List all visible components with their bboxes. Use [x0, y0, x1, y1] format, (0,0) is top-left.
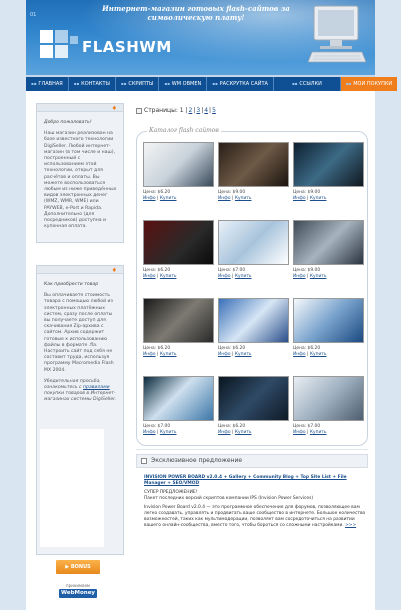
product-price-block: Цена: $7.00 Инфо | Купить: [143, 424, 177, 435]
nav-item-contacts[interactable]: КОНТАКТЫ: [69, 77, 116, 91]
product-thumbnail[interactable]: [218, 298, 289, 343]
ad-placeholder: [40, 429, 104, 547]
product-buy-link[interactable]: Купить: [310, 274, 327, 279]
exclusive-line1: Пакет последних версий скриптов компании…: [144, 496, 314, 501]
bonus-button[interactable]: ▶ BONUS: [56, 560, 100, 574]
product-buy-link[interactable]: Купить: [235, 196, 252, 201]
exclusive-body: Invision Power Board v2.0.4 — это програ…: [144, 505, 366, 528]
product-price-block: Цена: $6.20 Инфо | Купить: [218, 424, 252, 435]
product-buy-link[interactable]: Купить: [160, 274, 177, 279]
welcome-title: Добро пожаловать!: [44, 120, 92, 125]
product-thumbnail[interactable]: [143, 298, 214, 343]
rules-link[interactable]: правилами: [83, 385, 110, 390]
header-banner: 01 Интернет-магазин готовых flash-сайтов…: [26, 0, 375, 75]
product-info-link[interactable]: Инфо: [293, 352, 306, 357]
product-buy-link[interactable]: Купить: [160, 430, 177, 435]
bullet-icon: ♦: [111, 105, 117, 112]
product-thumbnail[interactable]: [143, 376, 214, 421]
nav-item-links[interactable]: ССЫЛКИ: [274, 77, 341, 91]
welcome-text: Наш магазин реализован на базе известног…: [44, 131, 117, 230]
product-price-block: Цена: $9.00 Инфо | Купить: [293, 268, 327, 279]
nav-item-wm-obmen[interactable]: WM OBMEN: [159, 77, 208, 91]
how-to-buy-text: Вы оплачиваете стоимость товара с помощь…: [44, 293, 114, 373]
version-label: 01: [30, 12, 37, 18]
product-buy-link[interactable]: Купить: [235, 430, 252, 435]
product-thumbnail[interactable]: [293, 142, 364, 187]
welcome-box: ♦ Добро пожаловать! Наш магазин реализов…: [36, 103, 124, 243]
product-price-block: Цена: $6.20 Инфо | Купить: [143, 268, 177, 279]
more-link[interactable]: >>>: [345, 523, 356, 528]
page-link[interactable]: 5: [212, 107, 216, 114]
product-price-block: Цена: $7.00 Инфо | Купить: [293, 424, 327, 435]
page-icon: [141, 458, 147, 464]
product-price-block: Цена: $7.00 Инфо | Купить: [218, 268, 252, 279]
product-thumbnail[interactable]: [293, 376, 364, 421]
nav-item-promotion[interactable]: РАСКРУТКА САЙТА: [207, 77, 274, 91]
bonus-arrow-icon: ▶: [65, 564, 70, 570]
page-link[interactable]: 4: [204, 107, 208, 114]
product-buy-link[interactable]: Купить: [160, 352, 177, 357]
product-info-link[interactable]: Инфо: [218, 196, 231, 201]
product-thumbnail[interactable]: [143, 220, 214, 265]
how-to-buy-title: Как приобрести товар: [44, 282, 99, 287]
computer-icon: [308, 5, 366, 63]
page-icon: [136, 107, 142, 114]
product-thumbnail[interactable]: [293, 220, 364, 265]
product-info-link[interactable]: Инфо: [143, 430, 156, 435]
site-logo[interactable]: FLASHWM: [82, 38, 172, 56]
page-link[interactable]: 3: [196, 107, 200, 114]
exclusive-header: Эксклюзивное предложение: [136, 454, 368, 468]
product-price-block: Цена: $6.20 Инфо | Купить: [143, 190, 177, 201]
bullet-icon: ♦: [111, 267, 117, 274]
product-thumbnail[interactable]: [293, 298, 364, 343]
product-price-block: Цена: $6.20 Инфо | Купить: [293, 346, 327, 357]
pagination: Страницы: 1 | 2 | 3 | 4 | 5: [136, 107, 217, 114]
product-info-link[interactable]: Инфо: [218, 274, 231, 279]
product-thumbnail[interactable]: [218, 376, 289, 421]
product-info-link[interactable]: Инфо: [143, 352, 156, 357]
product-buy-link[interactable]: Купить: [235, 274, 252, 279]
product-thumbnail[interactable]: [218, 220, 289, 265]
product-price-block: Цена: $6.20 Инфо | Купить: [143, 346, 177, 357]
product-thumbnail[interactable]: [143, 142, 214, 187]
page: 01 Интернет-магазин готовых flash-сайтов…: [26, 0, 398, 610]
page-link[interactable]: 2: [189, 107, 193, 114]
product-info-link[interactable]: Инфо: [293, 274, 306, 279]
product-buy-link[interactable]: Купить: [310, 352, 327, 357]
product-info-link[interactable]: Инфо: [143, 196, 156, 201]
product-buy-link[interactable]: Купить: [310, 430, 327, 435]
rules-note: Убедительная просьба, ознакомьтесь с пра…: [44, 378, 117, 403]
product-buy-link[interactable]: Купить: [310, 196, 327, 201]
product-price-block: Цена: $9.00 Инфо | Купить: [293, 190, 327, 201]
tagline: Интернет-магазин готовых flash-сайтов за…: [102, 4, 290, 22]
product-info-link[interactable]: Инфо: [218, 352, 231, 357]
product-info-link[interactable]: Инфо: [143, 274, 156, 279]
main-nav: ГЛАВНАЯ КОНТАКТЫ СКРИПТЫ WM OBMEN РАСКРУ…: [26, 75, 398, 91]
product-buy-link[interactable]: Купить: [235, 352, 252, 357]
webmoney-badge[interactable]: принимаем WebMoney: [59, 583, 97, 602]
product-info-link[interactable]: Инфо: [293, 196, 306, 201]
product-price-block: Цена: $6.20 Инфо | Купить: [218, 346, 252, 357]
exclusive-headline-link[interactable]: INVISION POWER BOARD v2.0.4 + Gallery + …: [144, 475, 366, 487]
exclusive-content: INVISION POWER BOARD v2.0.4 + Gallery + …: [144, 475, 366, 532]
catalog-title: Каталог flash сайтов: [147, 127, 221, 134]
product-info-link[interactable]: Инфо: [218, 430, 231, 435]
nav-item-home[interactable]: ГЛАВНАЯ: [26, 77, 69, 91]
product-buy-link[interactable]: Купить: [160, 196, 177, 201]
product-price-block: Цена: $9.00 Инфо | Купить: [218, 190, 252, 201]
nav-item-scripts[interactable]: СКРИПТЫ: [116, 77, 160, 91]
product-thumbnail[interactable]: [218, 142, 289, 187]
nav-item-my-purchases[interactable]: МОИ ПОКУПКИ: [340, 77, 398, 91]
product-info-link[interactable]: Инфо: [293, 430, 306, 435]
